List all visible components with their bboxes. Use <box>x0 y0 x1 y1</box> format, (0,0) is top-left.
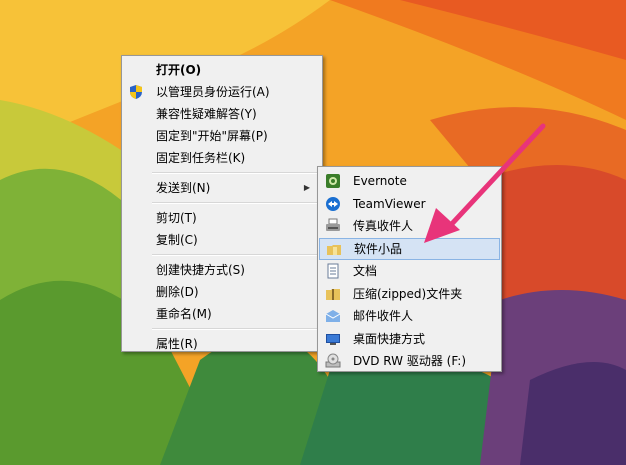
menu-item-create-shortcut[interactable]: 创建快捷方式(S) <box>122 259 320 281</box>
menu-item-label: 删除(D) <box>156 285 199 299</box>
zip-folder-icon <box>326 288 340 300</box>
menu-item-open[interactable]: 打开(O) <box>122 59 320 81</box>
menu-separator <box>152 254 320 256</box>
desktop-icon <box>326 333 340 345</box>
menu-item-label: 打开(O) <box>156 63 202 77</box>
menu-item-label: TeamViewer <box>353 196 426 211</box>
evernote-icon <box>326 174 340 188</box>
menu-item-label: DVD RW 驱动器 (F:) <box>353 354 467 368</box>
send-to-desktop-shortcut[interactable]: 桌面快捷方式 <box>319 328 500 351</box>
menu-item-label: 压缩(zipped)文件夹 <box>353 286 463 301</box>
send-to-zip-folder[interactable]: 压缩(zipped)文件夹 <box>319 283 500 306</box>
folder-icon <box>327 244 341 255</box>
menu-separator <box>152 202 320 204</box>
menu-item-label: 属性(R) <box>156 337 198 351</box>
mail-icon <box>325 310 341 322</box>
menu-item-label: 固定到任务栏(K) <box>156 151 246 165</box>
submenu-arrow-icon: ▶ <box>303 183 310 192</box>
menu-item-label: 创建快捷方式(S) <box>156 263 245 277</box>
menu-item-label: 以管理员身份运行(A) <box>156 85 270 99</box>
send-to-evernote[interactable]: Evernote <box>319 170 500 193</box>
menu-item-rename[interactable]: 重命名(M) <box>122 303 320 325</box>
menu-item-label: 软件小品 <box>354 241 403 256</box>
send-to-teamviewer[interactable]: TeamViewer <box>319 193 500 216</box>
menu-item-label: 发送到(N) <box>156 181 211 195</box>
menu-item-label: 兼容性疑难解答(Y) <box>156 107 257 121</box>
menu-item-label: 文档 <box>353 264 378 278</box>
menu-item-label: 邮件收件人 <box>353 309 414 323</box>
dvd-drive-icon <box>325 353 341 368</box>
uac-shield-icon <box>130 85 142 99</box>
menu-item-label: Evernote <box>353 174 407 188</box>
send-to-documents[interactable]: 文档 <box>319 260 500 283</box>
menu-item-troubleshoot-compatibility[interactable]: 兼容性疑难解答(Y) <box>122 103 320 125</box>
menu-item-copy[interactable]: 复制(C) <box>122 229 320 251</box>
send-to-submenu: Evernote TeamViewer 传真收件人 软件小品 文档 压缩(zip… <box>317 166 502 372</box>
context-menu: 打开(O) 以管理员身份运行(A) 兼容性疑难解答(Y) 固定到"开始"屏幕(P… <box>121 55 323 352</box>
send-to-fax-recipient[interactable]: 传真收件人 <box>319 215 500 238</box>
menu-item-run-as-admin[interactable]: 以管理员身份运行(A) <box>122 81 320 103</box>
send-to-dvd-drive[interactable]: DVD RW 驱动器 (F:) <box>319 350 500 373</box>
menu-item-pin-to-start[interactable]: 固定到"开始"屏幕(P) <box>122 125 320 147</box>
menu-item-properties[interactable]: 属性(R) <box>122 333 320 355</box>
menu-separator <box>152 172 320 174</box>
send-to-software-folder[interactable]: 软件小品 <box>319 237 500 260</box>
document-icon <box>327 263 339 279</box>
menu-item-cut[interactable]: 剪切(T) <box>122 207 320 229</box>
menu-item-label: 重命名(M) <box>156 307 212 321</box>
menu-item-label: 桌面快捷方式 <box>353 331 426 346</box>
menu-item-send-to[interactable]: 发送到(N) ▶ <box>122 177 320 199</box>
fax-icon <box>326 218 340 231</box>
menu-item-label: 固定到"开始"屏幕(P) <box>156 129 268 143</box>
menu-item-label: 复制(C) <box>156 233 198 247</box>
send-to-mail-recipient[interactable]: 邮件收件人 <box>319 305 500 328</box>
menu-item-pin-to-taskbar[interactable]: 固定到任务栏(K) <box>122 147 320 169</box>
menu-separator <box>152 328 320 330</box>
menu-item-label: 剪切(T) <box>156 211 197 225</box>
menu-item-label: 传真收件人 <box>353 219 414 233</box>
teamviewer-icon <box>326 196 340 211</box>
menu-item-delete[interactable]: 删除(D) <box>122 281 320 303</box>
